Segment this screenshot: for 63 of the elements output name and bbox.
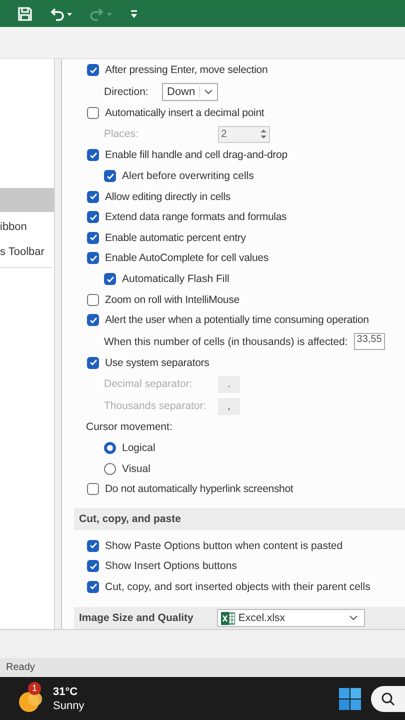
save-icon[interactable] (18, 6, 32, 20)
option-label: Do not automatically hyperlink screenshot (105, 483, 294, 496)
option-label: Show Paste Options button when content is pasted (105, 540, 343, 552)
chevron-icon (204, 88, 214, 95)
customize-icon[interactable] (130, 8, 138, 18)
direction-dropdown[interactable]: Down (162, 82, 218, 101)
checkbox[interactable] (87, 560, 99, 572)
file-dropdown[interactable]: Excel.xlsx (217, 609, 366, 628)
number-field[interactable]: 33,55 (354, 333, 385, 350)
option-label: Enable fill handle and cell drag-and-drop (105, 149, 288, 162)
option-label: Logical (122, 442, 156, 454)
sidebar-item[interactable]: s Toolbar (0, 240, 54, 265)
group-label: Cursor movement: (86, 421, 172, 434)
radio-button[interactable] (104, 442, 116, 454)
chevron-icon (349, 615, 358, 622)
field-label: Places: (104, 128, 140, 140)
checkbox[interactable] (87, 252, 99, 264)
notification-badge: 1 (28, 682, 41, 694)
checkbox[interactable] (87, 540, 99, 552)
checkbox[interactable] (104, 170, 116, 182)
search-icon (381, 692, 395, 706)
option-label: Alert the user when a potentially time consuming operation (105, 314, 369, 326)
search-button[interactable] (371, 686, 405, 712)
undo-icon[interactable] (50, 6, 72, 20)
option-label: Automatically Flash Fill (122, 273, 230, 286)
option-label: Visual (122, 462, 150, 475)
checkbox[interactable] (87, 149, 99, 162)
temperature-text: 31°C (53, 684, 79, 698)
checkbox[interactable] (87, 232, 99, 244)
section-header: Cut, copy, and paste (79, 512, 181, 524)
option-label: After pressing Enter, move selection (105, 64, 268, 76)
checkbox[interactable] (87, 356, 99, 369)
section-header: Image Size and Quality (79, 612, 194, 624)
checkbox[interactable] (87, 483, 99, 496)
field-label: Direction: (104, 86, 150, 98)
checkbox[interactable] (87, 106, 99, 119)
spreadsheet-icon (221, 612, 236, 625)
option-label: Enable AutoComplete for cell values (105, 252, 268, 264)
option-label: Automatically insert a decimal point (105, 106, 264, 119)
weather-condition: Sunny (53, 698, 84, 712)
checkbox[interactable] (87, 314, 99, 326)
start-icon[interactable] (339, 688, 361, 710)
radio-button[interactable] (104, 462, 116, 475)
status-text: Ready (6, 662, 35, 673)
checkbox[interactable] (87, 190, 99, 203)
checkbox[interactable] (87, 294, 99, 306)
option-label: Enable automatic percent entry (105, 232, 246, 244)
option-label: Use system separators (105, 356, 210, 369)
field-label: Decimal separator: (104, 378, 194, 390)
option-label: Cut, copy, and sort inserted objects with their parent cells (105, 580, 370, 593)
option-label: Extend data range formats and formulas (105, 211, 287, 224)
checkbox[interactable] (87, 64, 99, 76)
checkbox[interactable] (104, 273, 116, 286)
field-label: Thousands separator: (104, 400, 208, 412)
field-label: When this number of cells (in thousands) is affected: (104, 336, 348, 348)
option-label: Alert before overwriting cells (122, 170, 254, 182)
option-label: Allow editing directly in cells (105, 190, 230, 203)
sidebar-item[interactable]: ibbon (0, 215, 54, 240)
checkbox[interactable] (87, 580, 99, 593)
option-label: Zoom on roll with IntelliMouse (105, 294, 240, 306)
checkbox[interactable] (87, 211, 99, 224)
option-label: Show Insert Options buttons (105, 560, 237, 572)
spin-arrows-icon (260, 128, 267, 140)
